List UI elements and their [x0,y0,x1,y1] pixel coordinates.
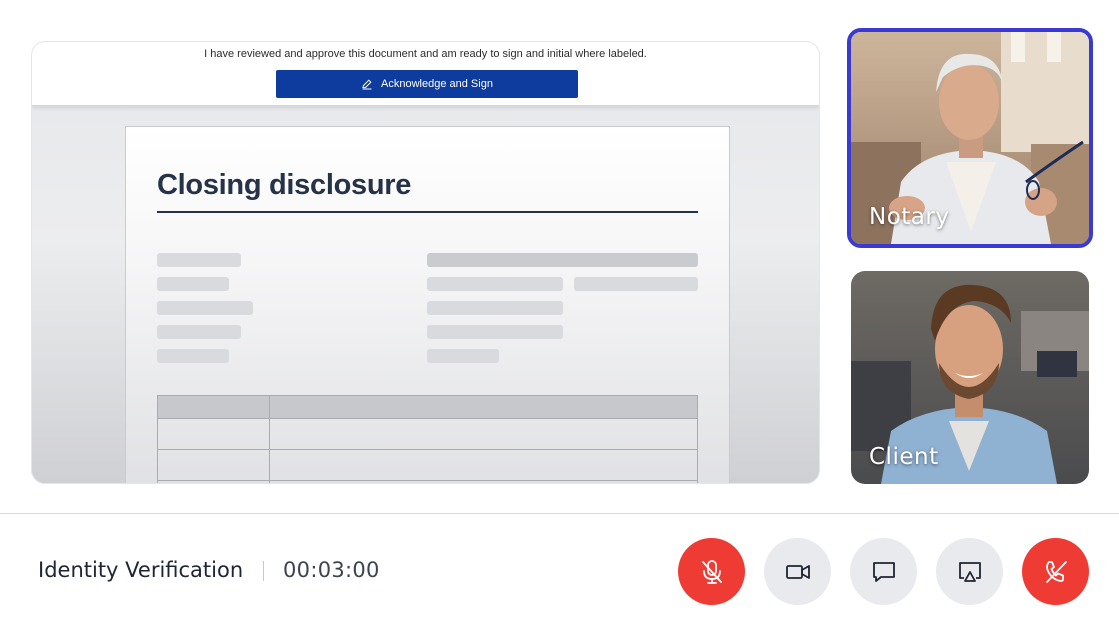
placeholder-line [157,349,229,363]
screen-share-icon [958,561,981,582]
participant-label-notary: Notary [869,204,950,230]
screen-share-button[interactable] [936,538,1003,605]
chat-bubble-icon [872,561,895,582]
video-tile-notary[interactable]: Notary [847,28,1093,248]
document-title: Closing disclosure [157,169,412,201]
table-header-row [158,396,697,419]
table-row-divider [158,449,697,450]
placeholder-line [427,301,563,315]
camera-toggle-button[interactable] [764,538,831,605]
session-title: Identity Verification [38,558,244,582]
table-row-divider [158,480,697,481]
placeholder-line [427,325,563,339]
mute-microphone-button[interactable] [678,538,745,605]
session-timer: 00:03:00 [283,558,380,582]
microphone-off-icon [701,559,722,584]
footer-divider [0,513,1119,514]
placeholder-line [574,277,698,291]
notary-session-app: I have reviewed and approve this documen… [0,0,1119,630]
video-tile-client[interactable]: Client [851,271,1089,484]
signature-bar: I have reviewed and approve this documen… [32,42,819,106]
footer-separator [263,561,264,581]
placeholder-line [157,277,229,291]
document-table [157,395,698,483]
placeholder-line [427,253,698,267]
document-page: Closing disclosure [125,126,730,483]
placeholder-line [427,277,563,291]
placeholder-line [427,349,499,363]
chat-button[interactable] [850,538,917,605]
pen-icon [362,79,372,90]
document-viewer[interactable]: I have reviewed and approve this documen… [31,41,820,484]
sign-notice-text: I have reviewed and approve this documen… [204,48,647,60]
acknowledge-and-sign-button[interactable]: Acknowledge and Sign [276,70,578,98]
participant-label-client: Client [869,444,939,470]
placeholder-line [157,301,253,315]
phone-hangup-icon [1045,560,1067,583]
video-camera-icon [785,564,810,579]
acknowledge-button-label: Acknowledge and Sign [381,78,493,90]
end-call-button[interactable] [1022,538,1089,605]
title-underline [157,211,698,213]
placeholder-line [157,253,241,267]
table-column-divider [269,396,270,483]
placeholder-line [157,325,241,339]
